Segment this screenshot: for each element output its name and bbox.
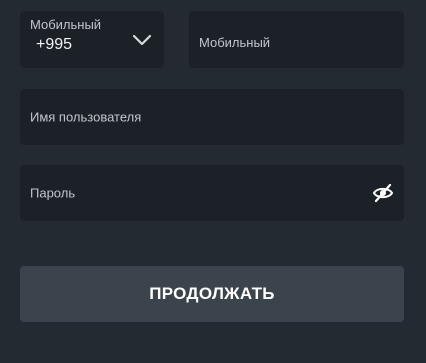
username-input[interactable]: Имя пользователя — [20, 89, 404, 145]
continue-button[interactable]: ПРОДОЛЖАТЬ — [20, 266, 404, 322]
country-code-value: +995 — [36, 36, 73, 53]
password-input[interactable]: Пароль — [20, 165, 404, 221]
username-placeholder: Имя пользователя — [30, 109, 142, 125]
password-placeholder: Пароль — [30, 185, 76, 201]
registration-form: Мобильный +995 Мобильный Имя пользовател… — [0, 0, 426, 363]
country-code-label: Мобильный — [30, 17, 102, 32]
phone-placeholder: Мобильный — [199, 35, 271, 50]
chevron-down-icon[interactable] — [132, 33, 152, 47]
phone-input[interactable]: Мобильный — [189, 11, 404, 68]
country-code-select[interactable]: Мобильный +995 — [20, 11, 164, 68]
eye-off-icon[interactable] — [372, 183, 394, 203]
